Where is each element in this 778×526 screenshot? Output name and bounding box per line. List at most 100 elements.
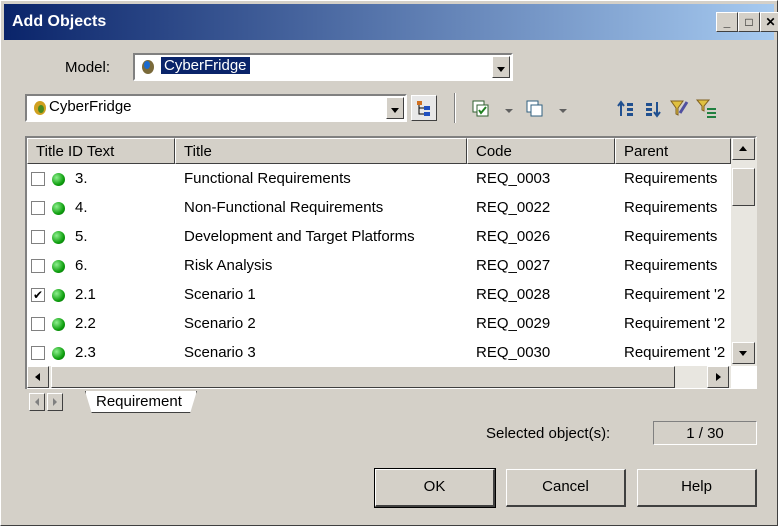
status-dot-icon	[52, 231, 65, 244]
cell-parent: Requirements	[624, 199, 718, 216]
close-button[interactable]: ✕	[760, 12, 778, 32]
chevron-down-icon[interactable]	[386, 97, 404, 119]
column-header-title[interactable]: Title	[175, 138, 467, 164]
status-dot-icon	[52, 173, 65, 186]
tab-scroll-right-button[interactable]	[47, 393, 63, 411]
cell-code: REQ_0022	[476, 199, 551, 216]
row-checkbox[interactable]	[31, 259, 45, 273]
cancel-button[interactable]: Cancel	[506, 469, 626, 507]
tab-scroll-left-button[interactable]	[29, 393, 45, 411]
cell-id: 6.	[75, 257, 88, 274]
arrow-right-icon	[53, 398, 57, 406]
cell-code: REQ_0003	[476, 170, 551, 187]
scope-value: CyberFridge	[49, 98, 132, 115]
vertical-scroll-thumb[interactable]	[732, 168, 755, 206]
scroll-right-button[interactable]	[707, 366, 729, 388]
cell-code: REQ_0028	[476, 286, 551, 303]
cell-code: REQ_0030	[476, 344, 551, 361]
model-value: CyberFridge	[160, 56, 251, 75]
arrow-right-icon	[716, 373, 721, 381]
table-row[interactable]: ✔ 2.1 Scenario 1 REQ_0028 Requirement '2	[27, 281, 731, 310]
dialog-title: Add Objects	[12, 13, 107, 30]
cell-parent: Requirements	[624, 228, 718, 245]
row-checkbox[interactable]	[31, 172, 45, 186]
table-row[interactable]: 2.3 Scenario 3 REQ_0030 Requirement '2	[27, 339, 731, 368]
scroll-down-button[interactable]	[732, 342, 755, 364]
model-label: Model:	[65, 59, 111, 76]
scroll-up-button[interactable]	[732, 138, 755, 160]
arrow-left-icon	[35, 398, 39, 406]
tree-view-button[interactable]	[411, 95, 437, 121]
column-header-title-id[interactable]: Title ID Text	[27, 138, 175, 164]
cell-parent: Requirement '2	[624, 315, 726, 332]
row-checkbox[interactable]	[31, 346, 45, 360]
horizontal-scroll-thumb[interactable]	[51, 366, 675, 388]
arrow-left-icon	[35, 373, 40, 381]
deselect-all-icon[interactable]	[525, 98, 547, 120]
toolbar-separator	[454, 93, 456, 123]
cell-title: Scenario 3	[184, 344, 256, 361]
cell-parent: Requirements	[624, 257, 718, 274]
move-to-bottom-icon[interactable]	[642, 98, 664, 120]
vertical-scrollbar[interactable]	[731, 138, 757, 366]
horizontal-scrollbar[interactable]	[27, 366, 731, 388]
status-dot-icon	[52, 202, 65, 215]
status-dot-icon	[52, 347, 65, 360]
status-dot-icon	[52, 318, 65, 331]
model-select[interactable]: CyberFridge	[133, 53, 513, 81]
cell-title: Functional Requirements	[184, 170, 351, 187]
cell-id: 4.	[75, 199, 88, 216]
cell-title: Development and Target Platforms	[184, 228, 415, 245]
chevron-down-icon[interactable]	[553, 100, 575, 122]
cell-code: REQ_0029	[476, 315, 551, 332]
minimize-button[interactable]: _	[716, 12, 738, 32]
arrow-down-icon	[739, 351, 747, 356]
scope-select[interactable]: CyberFridge	[25, 94, 407, 122]
arrow-up-icon	[739, 146, 747, 151]
cell-parent: Requirements	[624, 170, 718, 187]
scroll-left-button[interactable]	[27, 366, 49, 388]
cell-id: 2.3	[75, 344, 96, 361]
status-dot-icon	[52, 260, 65, 273]
objects-grid: Title ID Text Title Code Parent 3. Functi…	[25, 136, 757, 394]
cell-parent: Requirement '2	[624, 286, 726, 303]
selected-count: 1 / 30	[653, 421, 757, 445]
move-to-top-icon[interactable]	[616, 98, 638, 120]
row-checkbox[interactable]: ✔	[31, 288, 45, 302]
status-dot-icon	[52, 289, 65, 302]
help-button[interactable]: Help	[637, 469, 757, 507]
select-all-icon[interactable]	[471, 98, 493, 120]
title-bar: Add Objects _ □ ✕	[4, 4, 778, 40]
cell-code: REQ_0027	[476, 257, 551, 274]
cell-id: 2.1	[75, 286, 96, 303]
cell-code: REQ_0026	[476, 228, 551, 245]
cell-id: 5.	[75, 228, 88, 245]
row-checkbox[interactable]	[31, 230, 45, 244]
column-header-parent[interactable]: Parent	[615, 138, 731, 164]
tab-bar: Requirement	[25, 389, 757, 415]
cell-title: Risk Analysis	[184, 257, 273, 274]
cell-title: Non-Functional Requirements	[184, 199, 384, 216]
table-row[interactable]: 3. Functional Requirements REQ_0003 Require…	[27, 165, 731, 194]
table-row[interactable]: 4. Non-Functional Requirements REQ_0022 Req…	[27, 194, 731, 223]
chevron-down-icon[interactable]	[492, 56, 510, 78]
table-row[interactable]: 5. Development and Target Platforms REQ_00…	[27, 223, 731, 252]
cell-id: 3.	[75, 170, 88, 187]
cell-title: Scenario 2	[184, 315, 256, 332]
cell-title: Scenario 1	[184, 286, 256, 303]
selected-objects-label: Selected object(s):	[486, 425, 611, 442]
column-header-code[interactable]: Code	[467, 138, 615, 164]
filter-icon[interactable]	[668, 97, 690, 119]
ok-button[interactable]: OK	[374, 468, 496, 508]
row-checkbox[interactable]	[31, 317, 45, 331]
maximize-button[interactable]: □	[738, 12, 760, 32]
add-objects-dialog: Add Objects _ □ ✕ Model: CyberFridge Cyb…	[0, 0, 778, 526]
model-icon	[142, 60, 154, 74]
chevron-down-icon[interactable]	[499, 100, 521, 122]
tab-requirement[interactable]: Requirement	[85, 391, 197, 413]
table-row[interactable]: 6. Risk Analysis REQ_0027 Requirements	[27, 252, 731, 281]
cell-id: 2.2	[75, 315, 96, 332]
row-checkbox[interactable]	[31, 201, 45, 215]
table-row[interactable]: 2.2 Scenario 2 REQ_0029 Requirement '2	[27, 310, 731, 339]
filter-options-icon[interactable]	[695, 97, 717, 119]
